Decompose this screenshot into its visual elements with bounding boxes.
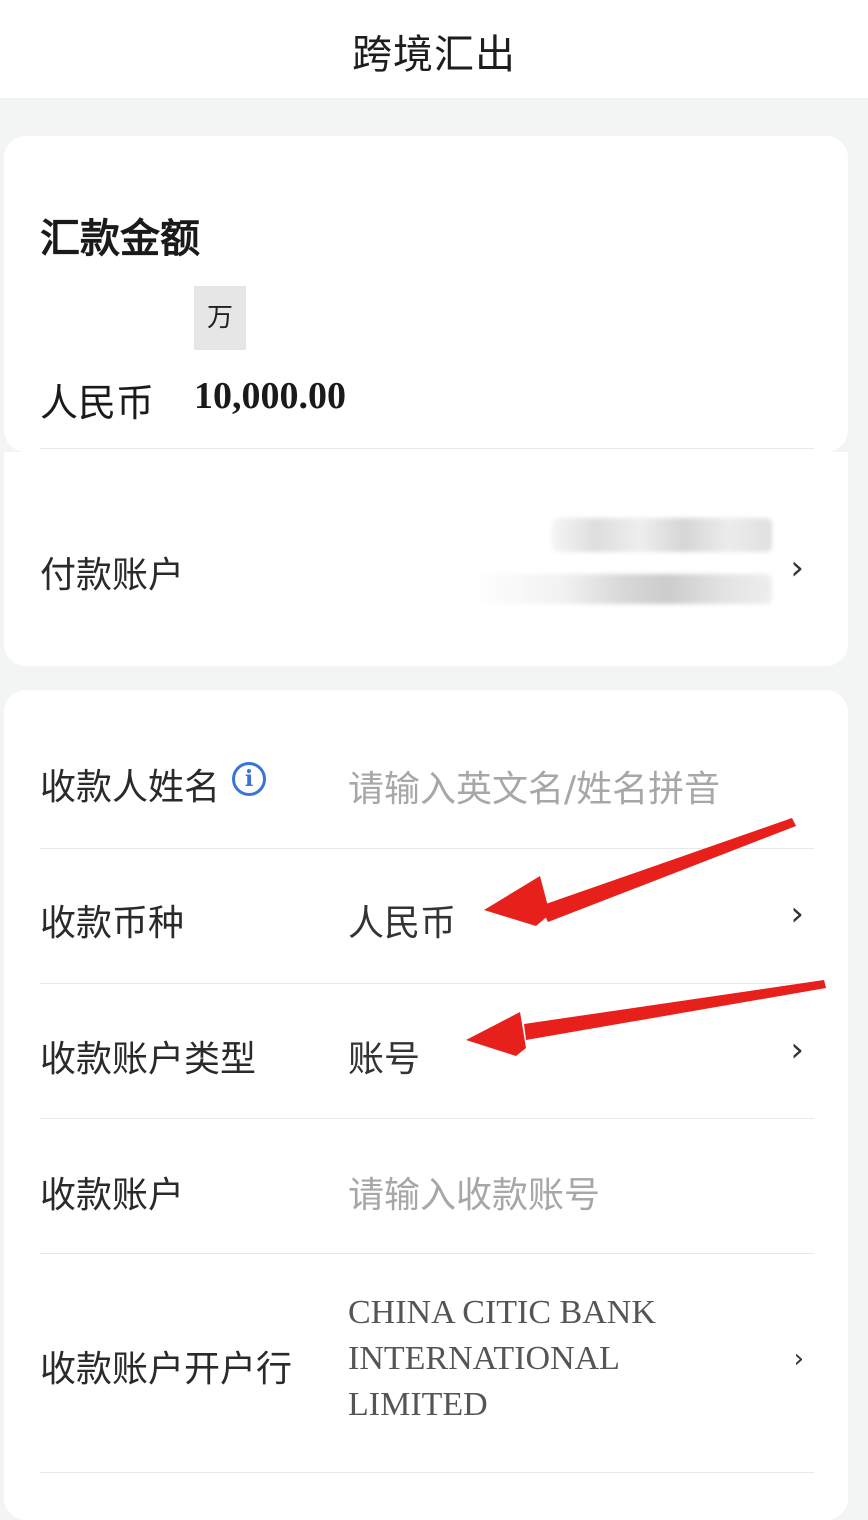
amount-value[interactable]: 10,000.00 [194, 374, 346, 418]
divider [40, 1472, 814, 1473]
payee-bank-label: 收款账户开户行 [40, 1349, 293, 1390]
divider [40, 448, 814, 449]
payee-currency-label: 收款币种 [40, 903, 185, 944]
divider [40, 1253, 814, 1254]
payee-bank-value[interactable]: CHINA CITIC BANK INTERNATIONAL LIMITED [348, 1290, 728, 1428]
payee-currency-select[interactable]: 人民币 [348, 894, 456, 946]
payee-account-type-select[interactable]: 账号 [348, 1030, 420, 1082]
payee-account-label: 收款账户 [40, 1175, 185, 1216]
payee-name-input[interactable]: 请输入英文名/姓名拼音 [348, 760, 720, 812]
divider [40, 983, 814, 984]
top-bar: 跨境汇出 [0, 0, 868, 99]
chevron-right-icon[interactable]: › [794, 1344, 804, 1374]
payee-account-input[interactable]: 请输入收款账号 [348, 1166, 600, 1218]
payer-account-value-blurred [472, 512, 772, 612]
payee-name-label: 收款人姓名 [40, 767, 221, 808]
chevron-right-icon[interactable]: › [790, 548, 804, 588]
divider [40, 1118, 814, 1119]
chevron-right-icon[interactable]: › [790, 1030, 804, 1070]
payee-account-type-label: 收款账户类型 [40, 1039, 257, 1080]
amount-title: 汇款金额 [40, 216, 200, 262]
divider [40, 848, 814, 849]
page-title: 跨境汇出 [352, 32, 516, 78]
payer-account-row[interactable]: 付款账户 › [4, 452, 848, 666]
amount-currency: 人民币 [40, 381, 155, 425]
payee-card: 收款人姓名 i 请输入英文名/姓名拼音 收款币种 人民币 › 收款账户类型 账号… [4, 690, 848, 1520]
chevron-right-icon[interactable]: › [790, 894, 804, 934]
amount-unit-badge: 万 [194, 286, 246, 350]
payer-account-label: 付款账户 [40, 555, 185, 596]
amount-card: 汇款金额 万 人民币 10,000.00 [4, 136, 848, 452]
info-icon[interactable]: i [232, 762, 266, 796]
